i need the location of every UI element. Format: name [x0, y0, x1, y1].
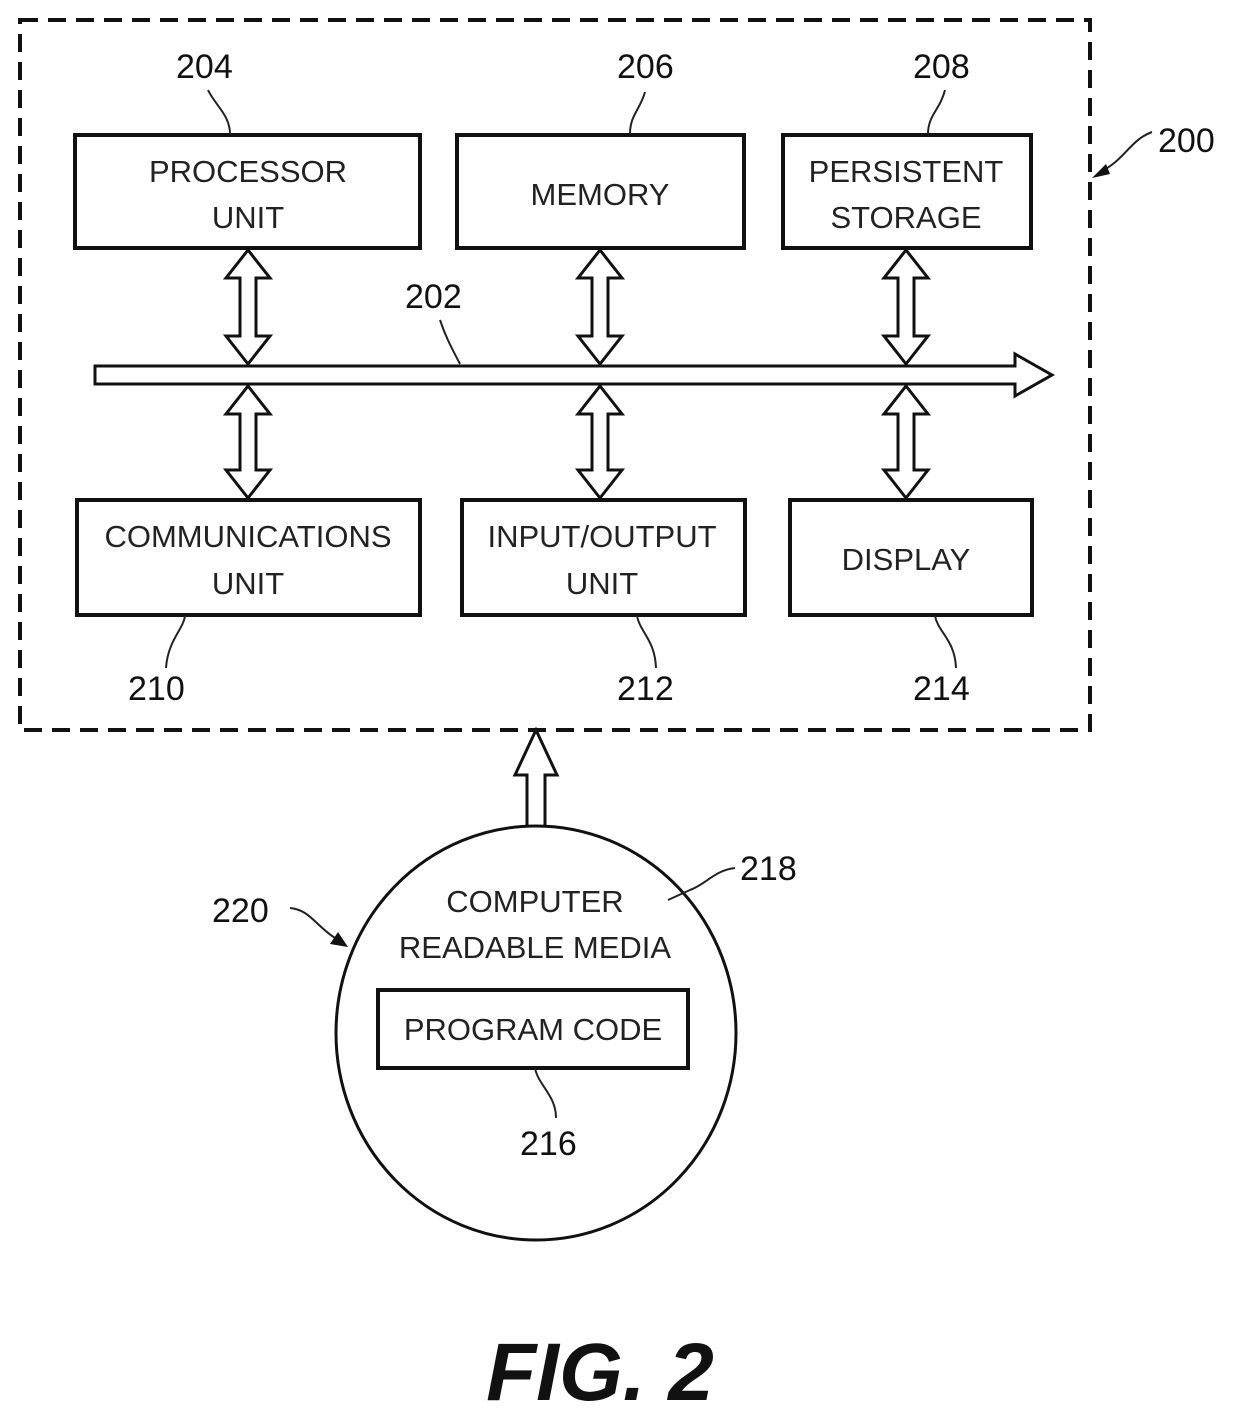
- component-label-line: UNIT: [566, 566, 638, 601]
- component-ref-label: 204: [176, 48, 233, 86]
- component-label-line: PROCESSOR: [149, 154, 347, 189]
- media-label-line: READABLE MEDIA: [399, 930, 672, 965]
- component-ref-leader: [165, 615, 186, 669]
- component-ref-leader: [629, 91, 646, 135]
- component-memory: MEMORY: [455, 133, 746, 250]
- component-io: INPUT/OUTPUT UNIT: [460, 498, 747, 617]
- media-label-ref-leader: [667, 867, 736, 901]
- component-ref-leader: [934, 615, 957, 669]
- media-label-ref: 218: [740, 850, 797, 888]
- component-ref-label: 210: [128, 670, 185, 708]
- bus-ref-label: 202: [405, 278, 462, 316]
- component-label-line: UNIT: [212, 566, 284, 601]
- component-ref-label: 212: [617, 670, 674, 708]
- component-persistent-storage: PERSISTENT STORAGE: [781, 133, 1033, 250]
- component-label-line: DISPLAY: [842, 542, 971, 577]
- bidirectional-arrow: [574, 247, 626, 367]
- component-ref-leader: [636, 615, 657, 669]
- media-label-line: COMPUTER: [446, 884, 623, 919]
- system-ref-leader: [1099, 131, 1153, 173]
- bus-ref-leader: [439, 319, 461, 365]
- bidirectional-arrow: [222, 247, 274, 367]
- component-communications: COMMUNICATIONS UNIT: [75, 498, 422, 617]
- bidirectional-arrow: [880, 383, 932, 501]
- component-processor: PROCESSOR UNIT: [73, 133, 422, 250]
- program-code-ref-label: 216: [520, 1125, 577, 1163]
- component-ref-label: 208: [913, 48, 970, 86]
- program-code-label: PROGRAM CODE: [404, 1012, 662, 1047]
- component-ref-label: 206: [617, 48, 674, 86]
- component-display: DISPLAY: [788, 498, 1034, 617]
- bidirectional-arrow: [222, 383, 274, 501]
- media-ref-label: 220: [212, 892, 269, 930]
- media-ref-arrowhead-icon: [330, 932, 348, 947]
- component-label-line: PERSISTENT: [809, 154, 1004, 189]
- bidirectional-arrow: [880, 247, 932, 367]
- system-ref-label: 200: [1158, 122, 1215, 160]
- media-ref-leader: [289, 907, 336, 939]
- bidirectional-arrow: [574, 383, 626, 501]
- component-label-line: UNIT: [212, 200, 284, 235]
- component-ref-leader: [207, 89, 231, 135]
- block-diagram: 200 202 PROCESSOR UNIT 204 MEMORY 206 PE…: [18, 18, 1215, 1418]
- system-ref-arrowhead-icon: [1092, 164, 1110, 178]
- component-ref-leader: [927, 89, 946, 135]
- media-to-system-arrow: [512, 726, 560, 829]
- component-label-line: COMMUNICATIONS: [104, 519, 391, 554]
- component-label-line: MEMORY: [531, 177, 670, 212]
- component-ref-label: 214: [913, 670, 970, 708]
- component-label-line: INPUT/OUTPUT: [487, 519, 716, 554]
- component-label-line: STORAGE: [830, 200, 981, 235]
- figure-title: FIG. 2: [486, 1327, 714, 1418]
